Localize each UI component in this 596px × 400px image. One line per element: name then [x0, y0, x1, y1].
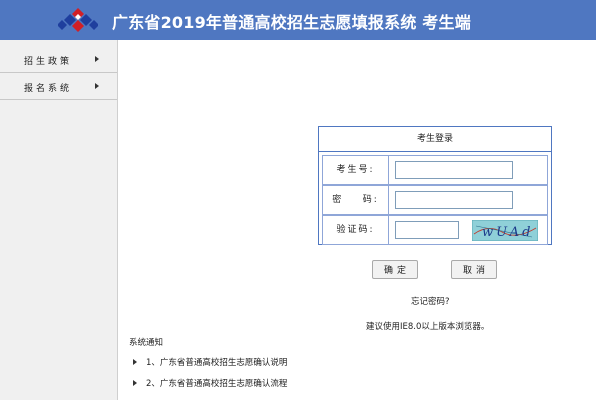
captcha-row: 验证码: wUAd [322, 215, 548, 245]
password-row: 密 码: [322, 185, 548, 215]
login-panel: 考生登录 考生号: 密 码: 验证码: wUAd [318, 126, 552, 245]
sidebar-item-label: 招生政策 [24, 57, 73, 67]
candidate-number-input[interactable] [395, 161, 513, 179]
header-bar: 广东省2019年普通高校招生志愿填报系统 考生端 [0, 0, 596, 40]
chevron-right-icon [95, 83, 99, 89]
notice-link[interactable]: 1、广东省普通高校招生志愿确认说明 [146, 356, 287, 368]
triangle-right-icon [133, 380, 137, 386]
sidebar-item-admission-policy[interactable]: 招生政策 [0, 46, 117, 73]
browser-advice-text: 建议使用IE8.0以上版本浏览器。 [366, 322, 490, 332]
forgot-password-link[interactable]: 忘记密码? [411, 295, 450, 307]
captcha-label: 验证码: [323, 216, 389, 244]
captcha-text: wUAd [482, 225, 533, 240]
password-label: 密 码: [323, 186, 389, 214]
notice-link[interactable]: 2、广东省普通高校招生志愿确认流程 [146, 377, 287, 389]
captcha-image[interactable]: wUAd [472, 220, 538, 241]
password-input[interactable] [395, 191, 513, 209]
system-notices-title: 系统通知 [129, 338, 164, 348]
diamond-grid-logo [58, 8, 98, 32]
sidebar: 招生政策 报名系统 [0, 40, 118, 400]
chevron-right-icon [95, 56, 99, 62]
captcha-input[interactable] [395, 221, 459, 239]
app-title: 广东省2019年普通高校招生志愿填报系统 考生端 [112, 13, 471, 32]
triangle-right-icon [133, 359, 137, 365]
sidebar-item-label: 报名系统 [24, 84, 73, 94]
candidate-number-label: 考生号: [323, 156, 389, 184]
sidebar-item-registration-system[interactable]: 报名系统 [0, 73, 117, 100]
cancel-button[interactable]: 取消 [451, 260, 497, 279]
login-heading: 考生登录 [319, 127, 551, 152]
candidate-number-row: 考生号: [322, 155, 548, 185]
confirm-button[interactable]: 确定 [372, 260, 418, 279]
